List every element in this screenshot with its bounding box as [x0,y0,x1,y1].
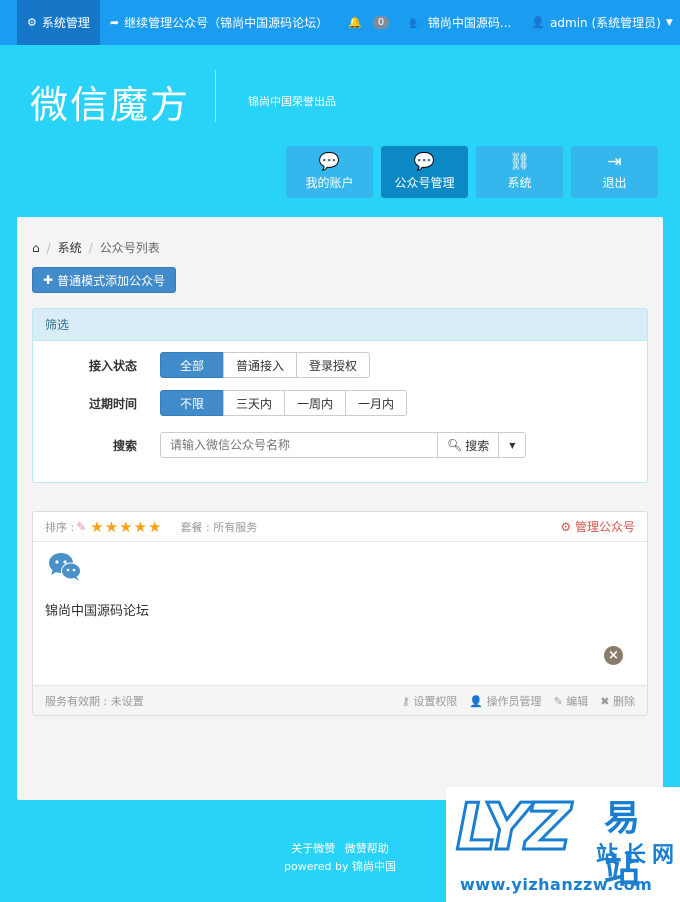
watermark-logo: LYZ 易站 站长网 www.yizhanzzw.com [446,787,680,902]
app-slogan: 锦尚中国荣誉出品 [248,95,336,108]
quicknav-label: 系统 [507,176,532,190]
filter-row-search: 搜索 🔍︎ 搜索 ▼ [33,432,527,458]
search-dropdown-toggle[interactable]: ▼ [498,432,527,458]
set-permission-label: 设置权限 [413,694,458,708]
operator-manage-label: 操作员管理 [486,694,542,708]
set-permission-link[interactable]: ⚷ 设置权限 [402,693,458,709]
comments-icon: 💬 [318,152,341,172]
comments-icon: 💬 [413,152,436,172]
nav-account-switch[interactable]: 👥 锦尚中国源码... [399,0,521,45]
access-option-all[interactable]: 全部 [160,352,225,378]
sitemap-icon: ⛓ [508,152,531,172]
expire-option-3days[interactable]: 三天内 [223,390,286,416]
account-card-header: 排序 : ✎ ★★★★★ 套餐 : 所有服务 ⚙ 管理公众号 [33,512,647,542]
footer-about-link[interactable]: 关于微赞 [291,842,335,855]
wechat-icon [48,552,82,585]
notification-badge: 0 [372,16,390,29]
breadcrumb-current: 公众号列表 [99,241,160,255]
account-card: 排序 : ✎ ★★★★★ 套餐 : 所有服务 ⚙ 管理公众号 锦尚中国源码论坛 … [32,511,648,716]
filter-panel: 筛选 接入状态 全部 普通接入 登录授权 过期时间 不限 三天内 一周内 一月内… [32,308,648,483]
quicknav-label: 退出 [602,176,627,190]
close-icon[interactable]: × [604,646,623,665]
nav-continue-manage[interactable]: ➦ 继续管理公众号（锦尚中国源码论坛） [100,0,338,45]
sign-out-icon: ⇥ [607,152,622,172]
main-panel: ⌂ / 系统 / 公众号列表 ✚ 普通模式添加公众号 筛选 接入状态 全部 普通… [17,217,663,800]
breadcrumb-system[interactable]: 系统 [58,239,82,256]
account-actions: ⚷ 设置权限 👤 操作员管理 ✎ 编辑 ✖ 删除 [390,693,635,709]
nav-system-manage-label: 系统管理 [41,16,90,30]
rating-stars[interactable]: ★★★★★ [90,518,162,536]
quicknav-label: 我的账户 [305,176,354,190]
filter-row-expire: 过期时间 不限 三天内 一周内 一月内 [33,390,408,416]
plus-icon: ✚ [43,273,54,287]
logo-divider [215,70,216,122]
add-account-button[interactable]: ✚ 普通模式添加公众号 [32,267,177,293]
search-button-label: 搜索 [465,438,490,453]
nav-system-manage[interactable]: ⚙ 系统管理 [17,0,100,45]
breadcrumb-separator: / [88,240,93,255]
share-icon: ➦ [109,16,120,29]
search-button[interactable]: 🔍︎ 搜索 [437,432,500,458]
nav-account-label: 锦尚中国源码... [427,16,512,30]
watermark-url: www.yizhanzzw.com [460,875,653,894]
add-account-label: 普通模式添加公众号 [57,273,166,288]
quicknav-account-manage[interactable]: 💬 公众号管理 [381,146,468,198]
breadcrumb-separator: / [46,240,51,255]
filter-row-access: 接入状态 全部 普通接入 登录授权 [33,352,371,378]
watermark-letters: LYZ [455,790,574,867]
expire-option-week[interactable]: 一周内 [284,390,347,416]
edit-link[interactable]: ✎ 编辑 [554,693,589,709]
nav-continue-manage-label: 继续管理公众号（锦尚中国源码论坛） [124,16,329,30]
breadcrumb: ⌂ / 系统 / 公众号列表 [32,239,160,256]
search-icon: 🔍︎ [447,438,463,452]
nav-user-label: admin (系统管理员) [550,16,661,30]
delete-link[interactable]: ✖ 删除 [600,693,635,709]
expire-label: 过期时间 [88,396,137,411]
quicknav-system[interactable]: ⛓ 系统 [476,146,563,198]
account-card-footer: 服务有效期 : 未设置 ⚷ 设置权限 👤 操作员管理 ✎ 编辑 ✖ 删除 [33,685,647,715]
access-option-normal[interactable]: 普通接入 [223,352,298,378]
edit-label: 编辑 [566,694,589,708]
eraser-icon[interactable]: ✎ [76,520,86,534]
user-icon: 👤 [469,694,484,708]
sort-label: 排序 : [45,520,75,534]
caret-down-icon: ▼ [509,440,516,450]
access-option-oauth[interactable]: 登录授权 [296,352,371,378]
manage-account-label: 管理公众号 [574,520,635,534]
expire-option-month[interactable]: 一月内 [345,390,408,416]
cogs-icon: ⚙ [27,16,37,29]
key-icon: ⚷ [401,694,410,708]
account-name: 锦尚中国源码论坛 [45,604,150,619]
app-logo: 微信魔方 [30,83,191,127]
cog-icon: ⚙ [560,520,572,534]
expire-options: 不限 三天内 一周内 一月内 [160,390,408,416]
user-icon: 👤 [531,16,546,29]
manage-account-link[interactable]: ⚙ 管理公众号 [560,518,635,535]
footer-help-link[interactable]: 微赞帮助 [345,842,389,855]
users-icon: 👥 [409,16,423,29]
quicknav-label: 公众号管理 [394,176,455,190]
caret-down-icon: ▼ [665,17,673,28]
search-label: 搜索 [112,438,137,453]
expire-option-any[interactable]: 不限 [160,390,225,416]
times-icon: ✖ [600,694,610,708]
nav-user-menu[interactable]: 👤 admin (系统管理员) ▼ [521,0,680,45]
bell-icon: 🔔 [348,16,362,29]
home-icon[interactable]: ⌂ [32,241,40,255]
service-validity: 服务有效期 : 未设置 [45,694,144,708]
watermark-sub: 站长网 [596,843,680,868]
delete-label: 删除 [613,694,635,708]
operator-manage-link[interactable]: 👤 操作员管理 [469,693,541,709]
top-navbar: ⚙ 系统管理 ➦ 继续管理公众号（锦尚中国源码论坛） 🔔 0 👥 锦尚中国源码.… [0,0,680,45]
nav-notifications[interactable]: 🔔 0 [338,0,399,45]
filter-title: 筛选 [33,309,647,341]
quicknav-logout[interactable]: ⇥ 退出 [571,146,658,198]
access-options: 全部 普通接入 登录授权 [160,352,371,378]
package-label: 套餐 : 所有服务 [180,520,258,534]
quick-nav: 💬 我的账户 💬 公众号管理 ⛓ 系统 ⇥ 退出 [286,146,666,198]
search-input[interactable] [160,432,438,458]
quicknav-my-account[interactable]: 💬 我的账户 [286,146,373,198]
access-label: 接入状态 [88,358,137,373]
edit-icon: ✎ [553,694,563,708]
